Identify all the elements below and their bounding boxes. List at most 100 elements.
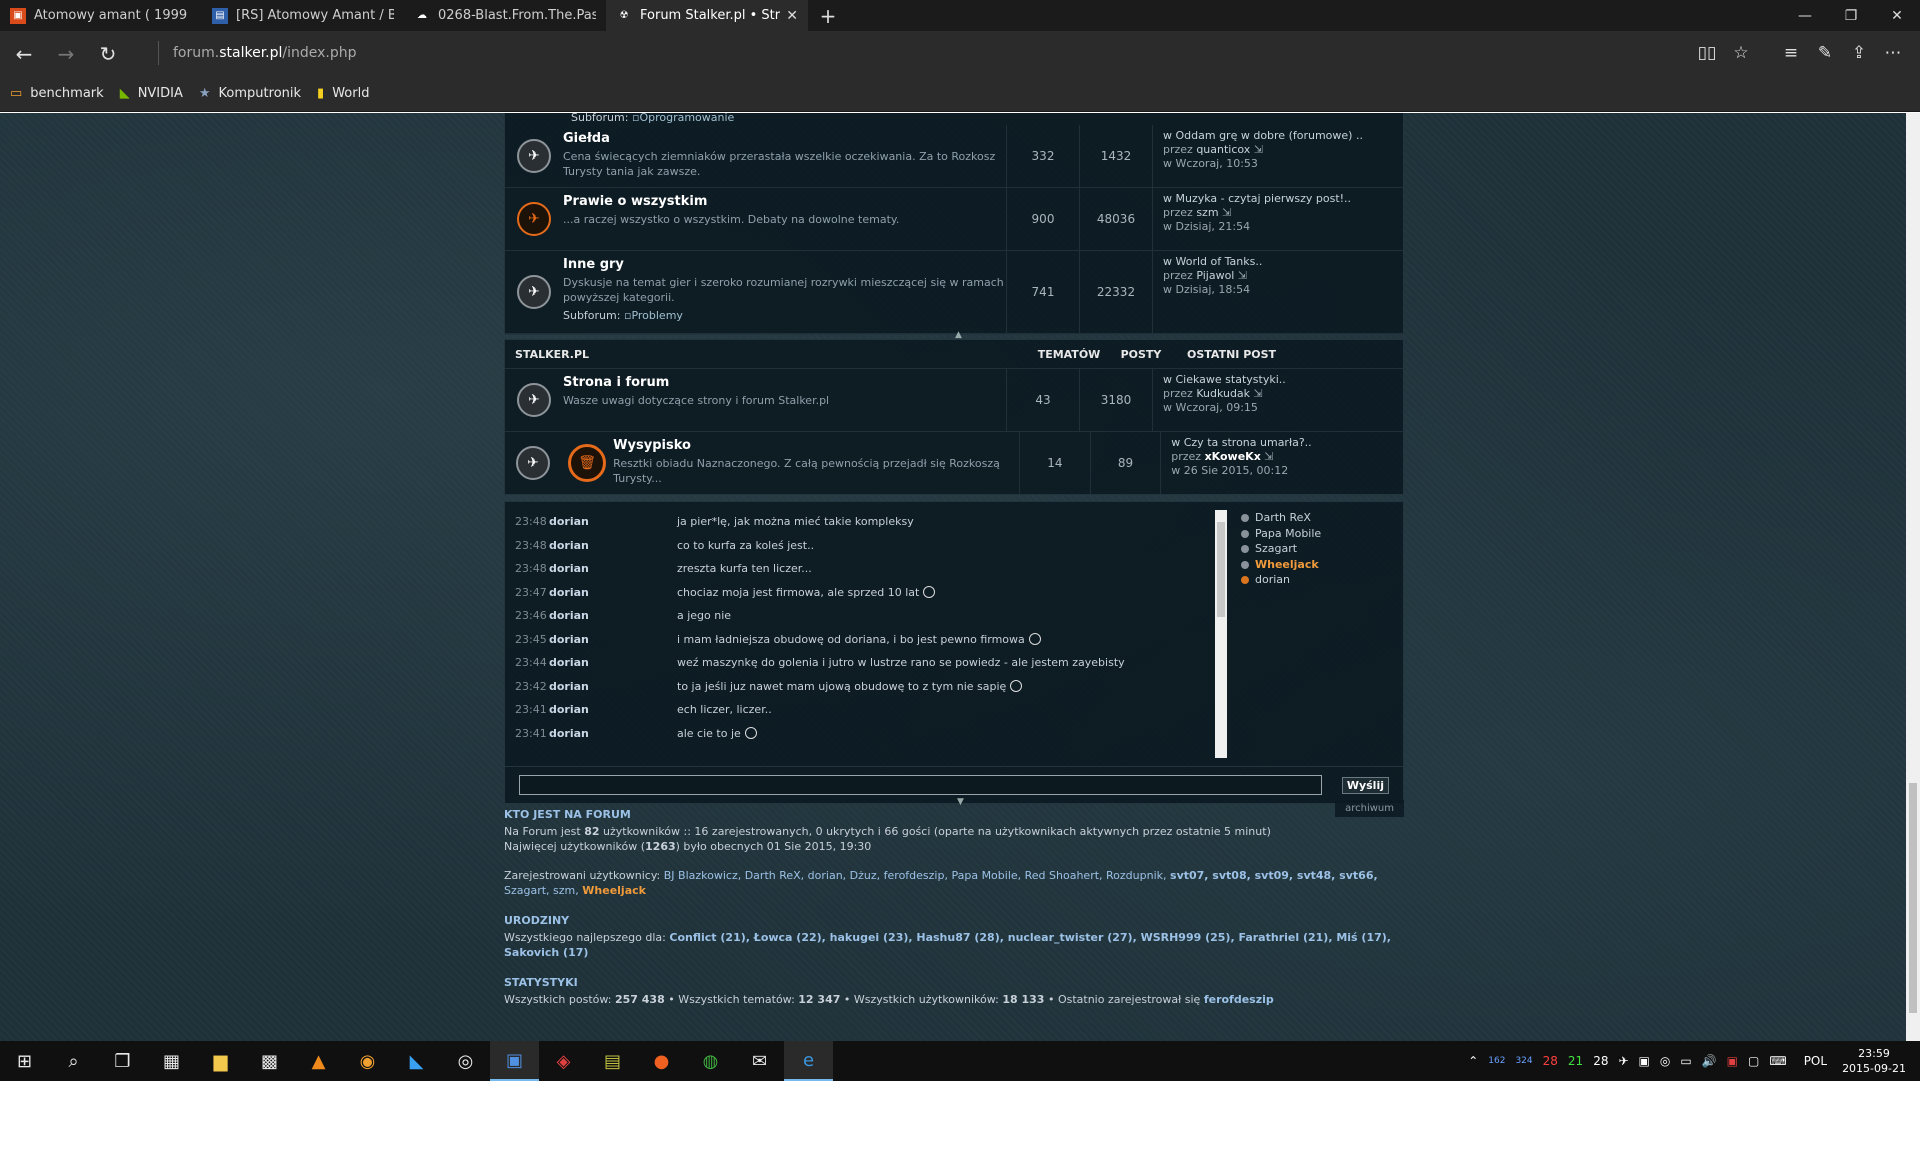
last-post-author[interactable]: quanticox	[1196, 143, 1250, 156]
shout-user[interactable]: Darth ReX	[1241, 510, 1321, 526]
shout-author[interactable]: dorian	[549, 562, 677, 575]
malwarebytes-icon[interactable]: ◣	[392, 1041, 441, 1081]
forum-row[interactable]: ✈ Inne gry Dyskusje na temat gier i szer…	[505, 251, 1403, 334]
goto-post-icon[interactable]: ⇲	[1264, 450, 1273, 463]
user-name[interactable]: dorian	[1255, 573, 1290, 586]
forum-row[interactable]: ✈ Prawie o wszystkim ...a raczej wszystk…	[505, 188, 1403, 251]
task-view-icon[interactable]: ❐	[98, 1041, 147, 1081]
last-post-topic[interactable]: w World of Tanks..	[1163, 255, 1403, 269]
video-editor-icon[interactable]: ▩	[245, 1041, 294, 1081]
collapse-up-icon[interactable]: ▲	[955, 330, 962, 340]
app-orange-icon[interactable]: ◉	[343, 1041, 392, 1081]
security-icon[interactable]: ▣	[1727, 1054, 1738, 1068]
favorite-komputronik[interactable]: ★ Komputronik	[199, 86, 301, 101]
file-explorer-icon[interactable]: ▆	[196, 1041, 245, 1081]
close-window-icon[interactable]: ✕	[1874, 0, 1920, 31]
shout-author[interactable]: dorian	[549, 727, 677, 740]
app-red-icon[interactable]: ◈	[539, 1041, 588, 1081]
shout-input[interactable]	[519, 775, 1322, 795]
page-scroll-thumb[interactable]	[1909, 783, 1917, 1013]
shout-author[interactable]: dorian	[549, 680, 677, 693]
browser-tab-3[interactable]: ☁ 0268-Blast.From.The.Past.19	[404, 0, 606, 31]
edge-icon[interactable]: e	[784, 1041, 833, 1081]
forum-row[interactable]: ✈ Strona i forum Wasze uwagi dotyczące s…	[505, 369, 1403, 432]
save-app-icon[interactable]: ▣	[490, 1041, 539, 1081]
display-icon[interactable]: ▣	[1639, 1054, 1650, 1068]
keyboard-icon[interactable]: ⌨	[1769, 1054, 1786, 1068]
language-indicator[interactable]: POL	[1804, 1054, 1827, 1068]
favorite-star-icon[interactable]: ☆	[1724, 35, 1758, 71]
shout-author[interactable]: dorian	[549, 586, 677, 599]
address-bar[interactable]: forum.stalker.pl/index.php	[158, 41, 357, 65]
mail-icon[interactable]: ✉	[735, 1041, 784, 1081]
last-post-author[interactable]: Pijawol	[1196, 269, 1234, 282]
shout-author[interactable]: dorian	[549, 515, 677, 528]
start-icon[interactable]: ⊞	[0, 1041, 49, 1081]
back-icon[interactable]: ←	[6, 36, 42, 72]
favorite-world[interactable]: ▮ World	[317, 86, 369, 101]
browser-tab-2[interactable]: ▤ [RS] Atomowy Amant / Blast	[202, 0, 404, 31]
last-post-topic[interactable]: w Ciekawe statystyki..	[1163, 373, 1403, 387]
user-name[interactable]: Szagart	[1255, 542, 1297, 555]
page-scrollbar[interactable]	[1906, 113, 1920, 1041]
more-icon[interactable]: ⋯	[1876, 35, 1910, 71]
goto-post-icon[interactable]: ⇲	[1254, 143, 1263, 156]
last-post-topic[interactable]: w Czy ta strona umarła?..	[1171, 436, 1403, 450]
steam-icon[interactable]: ◎	[441, 1041, 490, 1081]
network-icon[interactable]: ▭	[1680, 1054, 1691, 1068]
last-post-topic[interactable]: w Muzyka - czytaj pierwszy post!..	[1163, 192, 1403, 206]
forum-title[interactable]: Inne gry	[563, 257, 1006, 272]
goto-post-icon[interactable]: ⇲	[1254, 387, 1263, 400]
hub-icon[interactable]: ≡	[1774, 35, 1808, 71]
forum-title[interactable]: Giełda	[563, 131, 1006, 146]
volume-icon[interactable]: 🔊	[1702, 1054, 1717, 1068]
user-name[interactable]: Darth ReX	[1255, 511, 1311, 524]
forum-title[interactable]: Prawie o wszystkim	[563, 194, 1006, 209]
last-post-author[interactable]: Kudkudak	[1196, 387, 1250, 400]
shoutbox-scrollbar[interactable]	[1215, 510, 1227, 758]
shout-author[interactable]: dorian	[549, 539, 677, 552]
last-post-topic[interactable]: w Oddam grę w dobre (forumowe) ..	[1163, 129, 1403, 143]
forward-icon[interactable]: →	[48, 36, 84, 72]
show-hidden-icon[interactable]: ⌃	[1468, 1054, 1478, 1068]
shout-author[interactable]: dorian	[549, 609, 677, 622]
shout-author[interactable]: dorian	[549, 703, 677, 716]
chrome-icon[interactable]: ◍	[686, 1041, 735, 1081]
favorite-nvidia[interactable]: ◣ NVIDIA	[120, 86, 183, 101]
last-post-author[interactable]: szm	[1196, 206, 1218, 219]
restore-icon[interactable]: ❐	[1828, 0, 1874, 31]
collapse-down-icon[interactable]: ▼	[957, 797, 964, 807]
subforum-link[interactable]: ▫Oprogramowanie	[632, 113, 734, 124]
goto-post-icon[interactable]: ⇲	[1222, 206, 1231, 219]
user-name[interactable]: Papa Mobile	[1255, 527, 1321, 540]
search-icon[interactable]: ⌕	[49, 1041, 98, 1081]
notification-icon[interactable]: ▢	[1748, 1054, 1759, 1068]
clock[interactable]: 23:59 2015-09-21	[1842, 1046, 1906, 1076]
forum-title[interactable]: Wysypisko	[613, 438, 1019, 453]
vlc-icon[interactable]: ▲	[294, 1041, 343, 1081]
close-tab-icon[interactable]: ✕	[786, 8, 798, 24]
share-icon[interactable]: ⇪	[1842, 35, 1876, 71]
category-name[interactable]: STALKER.PL	[505, 348, 1033, 361]
goto-post-icon[interactable]: ⇲	[1238, 269, 1247, 282]
browser-tab-active[interactable]: ☢ Forum Stalker.pl • Strona ✕	[606, 0, 808, 31]
shout-user[interactable]: Papa Mobile	[1241, 526, 1321, 542]
firefox-icon[interactable]: ●	[637, 1041, 686, 1081]
last-post-author[interactable]: xKoweKx	[1205, 450, 1261, 463]
game-icon[interactable]: ▤	[588, 1041, 637, 1081]
browser-tab-1[interactable]: ▣ Atomowy amant ( 1999 ) - le	[0, 0, 202, 31]
forum-title[interactable]: Strona i forum	[563, 375, 1006, 390]
subforum-link[interactable]: ▫Problemy	[624, 309, 683, 322]
forum-row[interactable]: ✈ Giełda Cena świecących ziemniaków prze…	[505, 125, 1403, 188]
new-tab-button[interactable]: +	[808, 0, 848, 31]
reading-view-icon[interactable]: ▯▯	[1690, 35, 1724, 71]
send-button[interactable]: Wyślij	[1341, 776, 1389, 794]
shout-user[interactable]: Wheeljack	[1241, 557, 1321, 573]
scroll-thumb[interactable]	[1217, 522, 1225, 617]
user-name[interactable]: Wheeljack	[1255, 558, 1319, 571]
minimize-icon[interactable]: —	[1782, 0, 1828, 31]
web-note-icon[interactable]: ✎	[1808, 35, 1842, 71]
favorite-benchmark[interactable]: ▭ benchmark	[10, 86, 104, 101]
archive-link[interactable]: archiwum	[1335, 800, 1404, 817]
shout-user[interactable]: Szagart	[1241, 541, 1321, 557]
